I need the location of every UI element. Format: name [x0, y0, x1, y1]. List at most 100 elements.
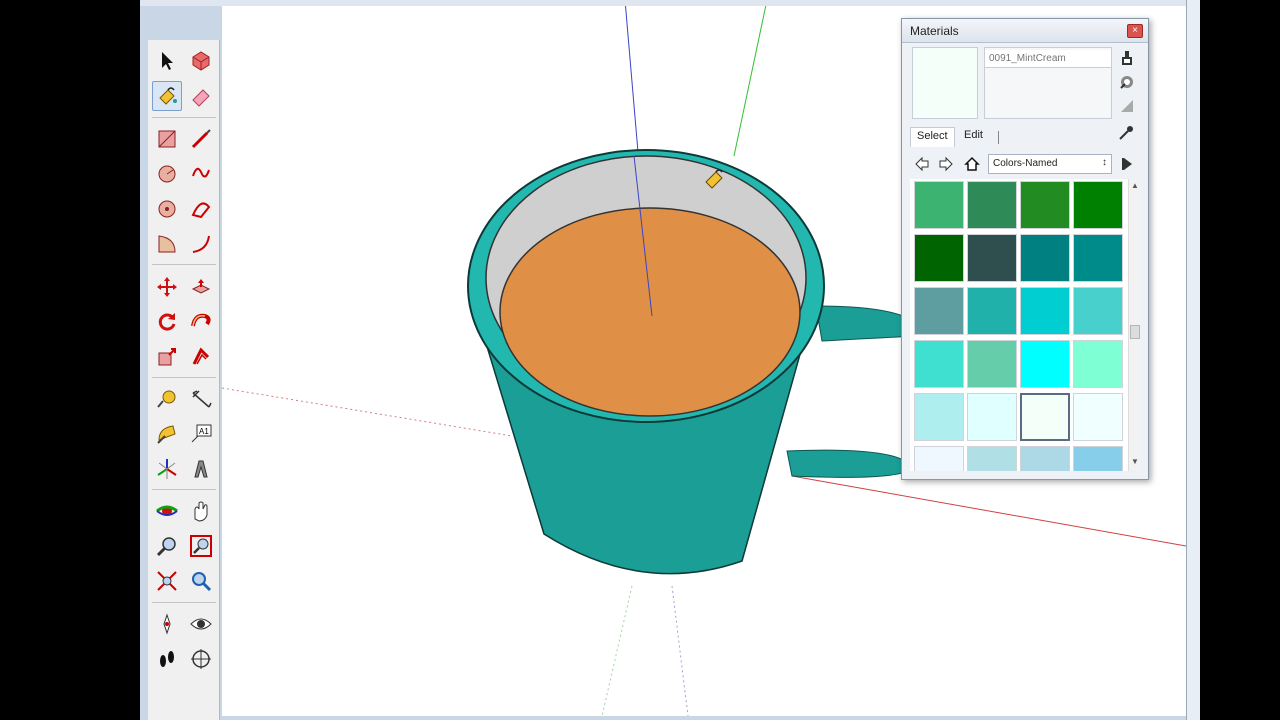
- back-icon[interactable]: [912, 153, 932, 175]
- forward-icon[interactable]: [936, 153, 956, 175]
- material-swatch[interactable]: [914, 234, 964, 282]
- eyedropper-icon[interactable]: [1118, 125, 1136, 143]
- material-swatch[interactable]: [1073, 446, 1123, 471]
- previous-view-icon[interactable]: [186, 566, 216, 596]
- scrollbar-thumb[interactable]: [1130, 325, 1140, 339]
- tape-measure-icon[interactable]: [152, 384, 182, 414]
- create-material-icon[interactable]: [1118, 49, 1136, 67]
- eraser-icon[interactable]: [186, 81, 216, 111]
- window-right-edge: [1186, 0, 1200, 720]
- position-camera-icon[interactable]: [152, 609, 182, 639]
- close-button[interactable]: ×: [1127, 24, 1143, 38]
- materials-title: Materials: [910, 24, 959, 38]
- look-around-icon[interactable]: [186, 609, 216, 639]
- orbit-icon[interactable]: [152, 496, 182, 526]
- material-swatch[interactable]: [967, 287, 1017, 335]
- details-icon[interactable]: [1118, 153, 1138, 175]
- circle-icon[interactable]: [152, 159, 182, 189]
- toolbar-separator: [152, 489, 216, 490]
- sample-paint-icon[interactable]: [1118, 73, 1136, 91]
- materials-titlebar[interactable]: Materials ×: [902, 19, 1148, 43]
- zoom-window-icon[interactable]: [186, 531, 216, 561]
- material-name-input[interactable]: [985, 50, 1111, 68]
- red-axis: [791, 475, 1186, 547]
- material-preview: [912, 47, 978, 119]
- material-swatch[interactable]: [914, 287, 964, 335]
- move-icon[interactable]: [152, 272, 182, 302]
- swatch-scrollbar[interactable]: ▲ ▼: [1128, 179, 1140, 471]
- zoom-extents-icon[interactable]: [152, 566, 182, 596]
- material-swatch[interactable]: [967, 393, 1017, 441]
- material-swatch[interactable]: [1073, 287, 1123, 335]
- material-swatch[interactable]: [967, 234, 1017, 282]
- zoom-icon[interactable]: [152, 531, 182, 561]
- walk-icon[interactable]: [152, 644, 182, 674]
- material-swatch[interactable]: [1020, 181, 1070, 229]
- material-swatch[interactable]: [1073, 181, 1123, 229]
- dimension-icon[interactable]: [186, 384, 216, 414]
- material-swatch[interactable]: [1020, 393, 1070, 441]
- protractor-icon[interactable]: [152, 419, 182, 449]
- dropdown-arrow-icon: ↕: [1102, 157, 1107, 168]
- material-swatch[interactable]: [1020, 340, 1070, 388]
- material-swatch[interactable]: [1020, 446, 1070, 471]
- material-swatch[interactable]: [914, 340, 964, 388]
- material-swatch[interactable]: [914, 446, 964, 471]
- material-swatch-grid: [910, 179, 1128, 471]
- section-plane-icon[interactable]: [186, 644, 216, 674]
- toolbar-separator: [152, 117, 216, 118]
- materials-tabs: Select Edit: [910, 127, 1142, 147]
- material-swatch[interactable]: [1073, 340, 1123, 388]
- tab-divider: [998, 131, 999, 144]
- follow-me-icon[interactable]: [186, 307, 216, 337]
- material-swatch[interactable]: [1020, 234, 1070, 282]
- materials-dialog: Materials × Select Edit Colors-Named ↕ ▲…: [901, 18, 1149, 480]
- two-point-arc-icon[interactable]: [186, 229, 216, 259]
- display-secondary-pane-icon[interactable]: [1118, 97, 1136, 115]
- rotate-icon[interactable]: [152, 307, 182, 337]
- material-swatch[interactable]: [1073, 234, 1123, 282]
- select-tool-icon[interactable]: [152, 46, 182, 76]
- scale-icon[interactable]: [152, 342, 182, 372]
- arc-icon[interactable]: [186, 194, 216, 224]
- tab-edit[interactable]: Edit: [958, 127, 989, 143]
- mug-handle-bottom: [786, 449, 913, 478]
- blue-axis-dotted: [671, 585, 689, 716]
- material-swatch[interactable]: [1020, 287, 1070, 335]
- material-name-box: [984, 47, 1112, 119]
- material-swatch[interactable]: [967, 340, 1017, 388]
- green-axis-dotted: [601, 585, 633, 716]
- scroll-up-icon[interactable]: ▲: [1129, 181, 1141, 193]
- collection-dropdown-value: Colors-Named: [993, 158, 1058, 169]
- axes-icon[interactable]: [152, 454, 182, 484]
- push-pull-icon[interactable]: [186, 272, 216, 302]
- home-icon[interactable]: [962, 153, 982, 175]
- red-axis-dotted: [222, 387, 513, 437]
- material-swatch[interactable]: [967, 446, 1017, 471]
- paint-bucket-icon[interactable]: [152, 81, 182, 111]
- material-swatch[interactable]: [967, 181, 1017, 229]
- tab-select[interactable]: Select: [910, 127, 955, 147]
- polygon-icon[interactable]: [152, 194, 182, 224]
- material-swatch[interactable]: [914, 181, 964, 229]
- svg-text:A1: A1: [199, 427, 209, 436]
- collection-nav-row: Colors-Named ↕: [912, 153, 1148, 175]
- text-icon[interactable]: A1: [186, 419, 216, 449]
- pie-icon[interactable]: [152, 229, 182, 259]
- pan-icon[interactable]: [186, 496, 216, 526]
- toolbar-separator: [152, 264, 216, 265]
- make-component-icon[interactable]: [186, 46, 216, 76]
- freehand-icon[interactable]: [186, 159, 216, 189]
- mug-liquid: [499, 207, 801, 417]
- offset-icon[interactable]: [186, 342, 216, 372]
- scroll-down-icon[interactable]: ▼: [1129, 457, 1141, 469]
- toolbar-separator: [152, 602, 216, 603]
- green-axis: [733, 6, 767, 157]
- line-icon[interactable]: [186, 124, 216, 154]
- toolbar-separator: [152, 377, 216, 378]
- 3d-text-icon[interactable]: [186, 454, 216, 484]
- rectangle-icon[interactable]: [152, 124, 182, 154]
- collection-dropdown[interactable]: Colors-Named ↕: [988, 154, 1112, 174]
- material-swatch[interactable]: [1073, 393, 1123, 441]
- material-swatch[interactable]: [914, 393, 964, 441]
